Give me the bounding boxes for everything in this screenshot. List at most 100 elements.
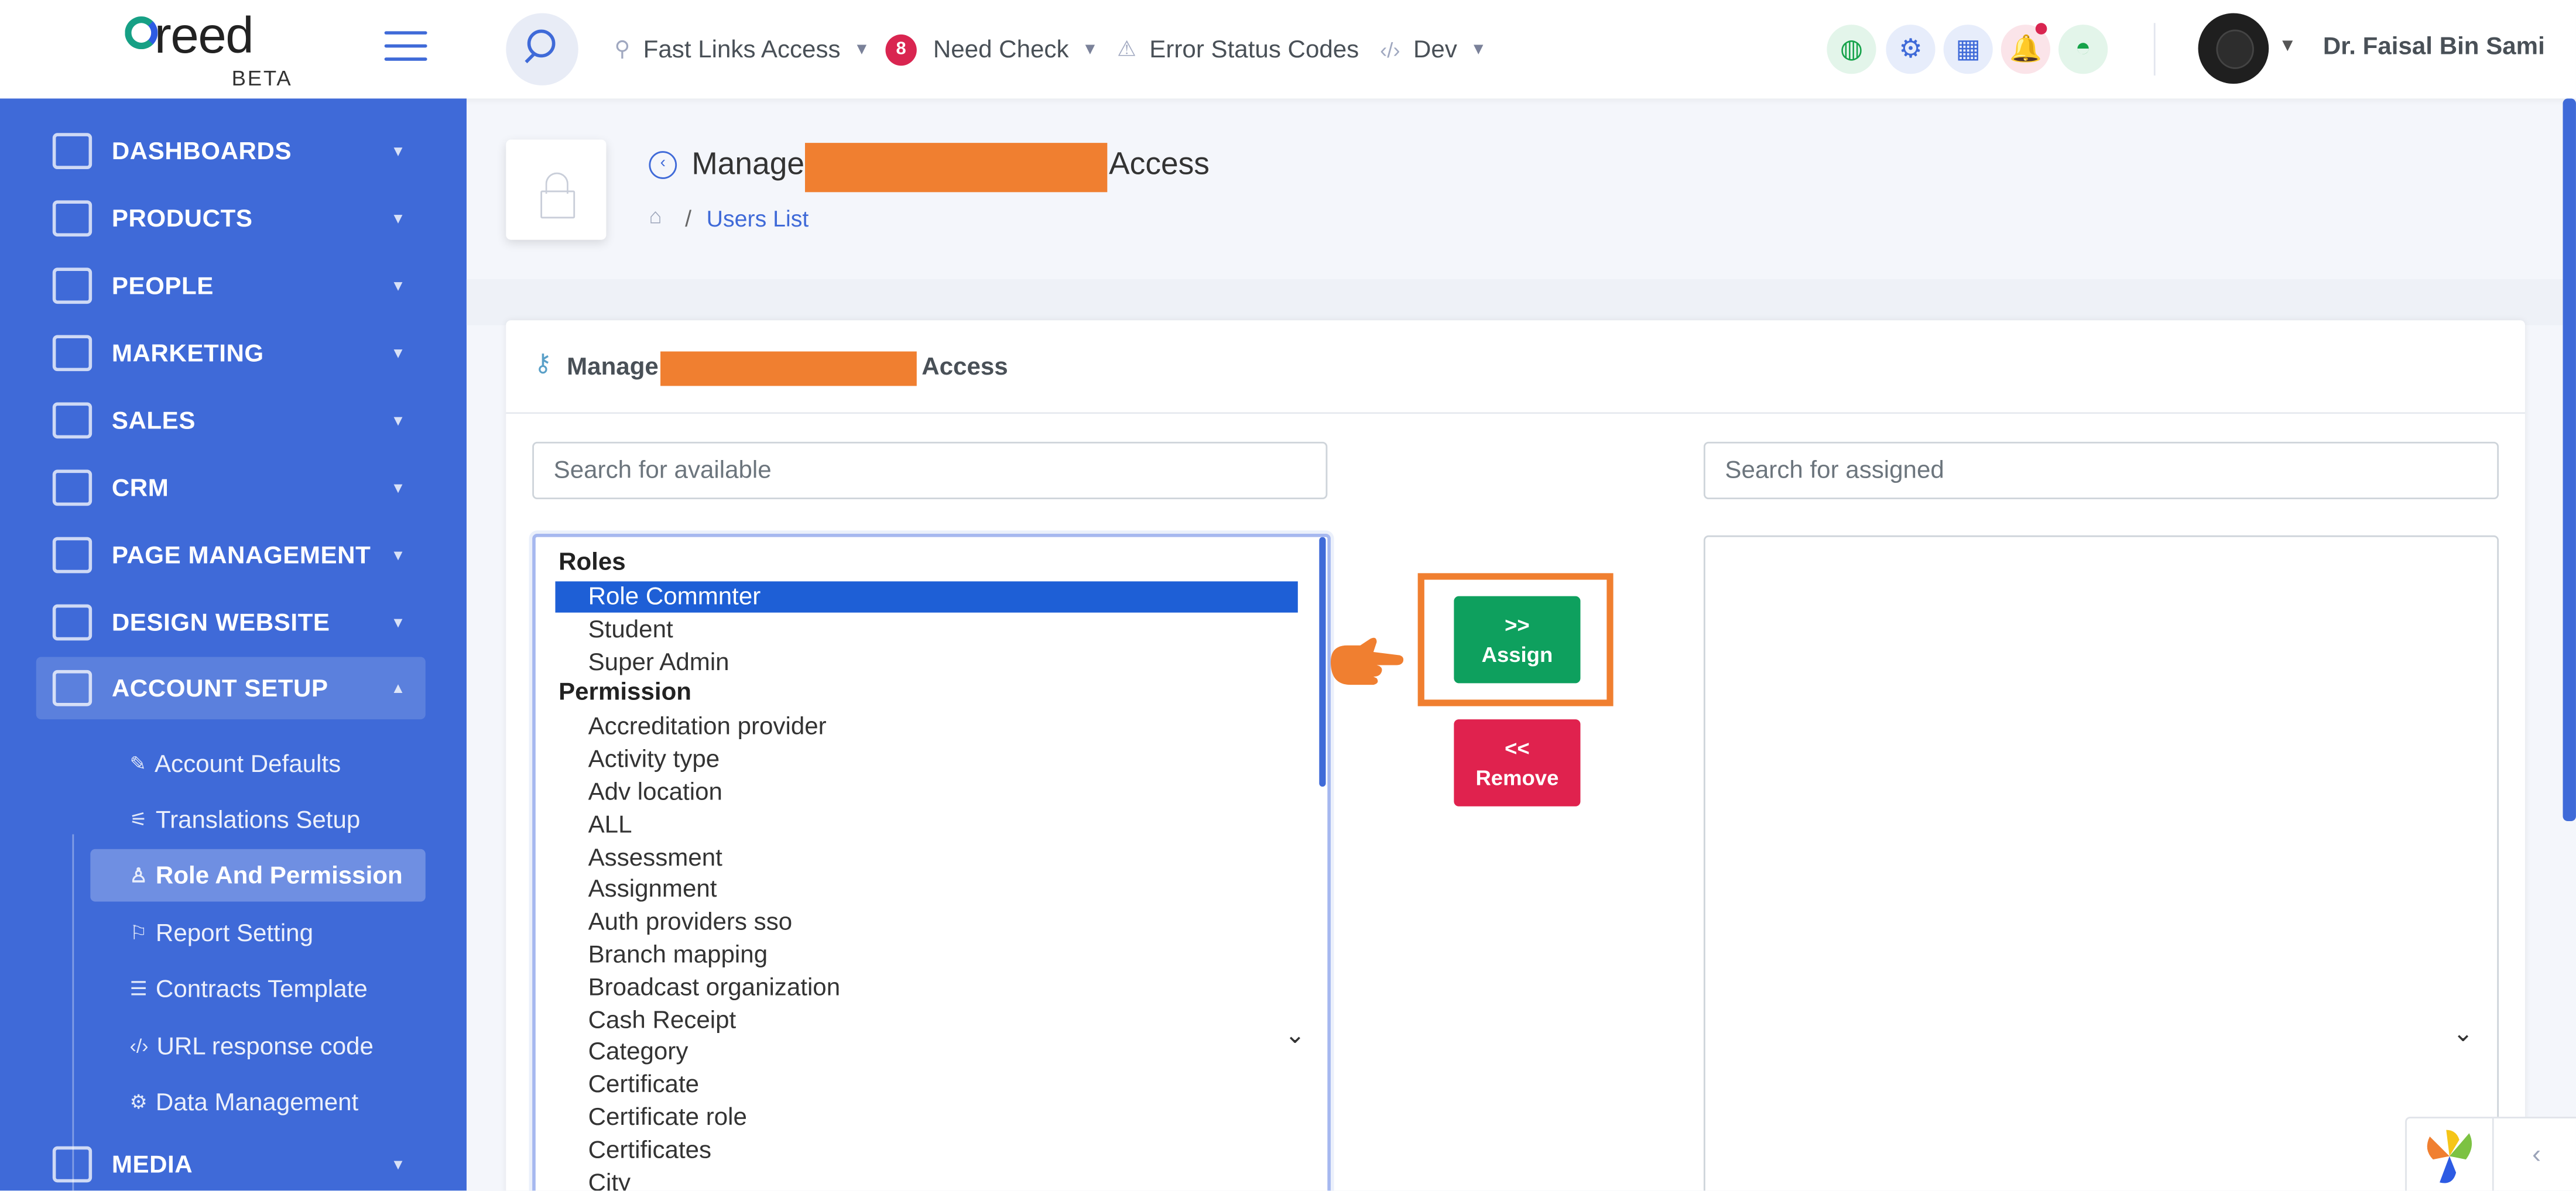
submenu-translations-setup[interactable]: ⚟ Translations Setup: [90, 793, 425, 846]
listbox-option[interactable]: Auth providers sso: [555, 907, 1297, 938]
submenu-data-management[interactable]: ⚙ Data Management: [90, 1076, 425, 1128]
sidebar-item-design-website[interactable]: DESIGN WEBSITE ▼: [36, 591, 426, 654]
listbox-scrollbar[interactable]: [1319, 537, 1326, 787]
sidebar-item-label: DASHBOARDS: [111, 137, 292, 166]
listbox-option[interactable]: City: [555, 1167, 1297, 1191]
listbox-option[interactable]: Certificates: [555, 1134, 1297, 1165]
sidebar-item-account-setup[interactable]: ACCOUNT SETUP ▲: [36, 657, 426, 720]
nav-fast-links[interactable]: ⚲ Fast Links Access ▼: [614, 30, 869, 69]
monitor-icon: [52, 469, 93, 506]
chevron-down-icon: ▼: [853, 40, 870, 59]
bar-chart-icon: [52, 133, 93, 170]
sidebar-item-label: PRODUCTS: [111, 204, 253, 233]
listbox-option[interactable]: Branch mapping: [555, 939, 1297, 970]
listbox-option[interactable]: Certificate: [555, 1069, 1297, 1100]
bell-icon[interactable]: 🔔: [2000, 23, 2051, 74]
submenu-label: Role And Permission: [155, 861, 403, 890]
listbox-option[interactable]: Assignment: [555, 874, 1297, 905]
page-scrollbar[interactable]: [2563, 98, 2576, 822]
collapse-arrow-icon[interactable]: ‹: [2492, 1118, 2576, 1191]
gear-icon[interactable]: ⚙: [1886, 25, 1936, 74]
manage-access-card: ⚷ Manage Access ⌄ Roles Role CommnterStud…: [506, 320, 2525, 1191]
chevron-down-icon: ▼: [390, 614, 406, 631]
chevron-down-icon: ▼: [390, 210, 406, 227]
key-icon: ⚷: [533, 349, 552, 378]
listbox-option[interactable]: Cash Receipt: [555, 1004, 1297, 1035]
submenu-label: Report Setting: [155, 919, 314, 947]
sidebar-item-page-management[interactable]: PAGE MANAGEMENT ▼: [36, 524, 426, 586]
chevron-down-icon: ▼: [390, 277, 406, 294]
pointing-hand-icon: [1330, 637, 1404, 685]
listbox-option[interactable]: Category: [555, 1037, 1297, 1068]
listbox-option[interactable]: ALL: [555, 809, 1297, 840]
listbox-option[interactable]: Assessment: [555, 842, 1297, 873]
nav-need-check[interactable]: 8 Need Check ▼: [885, 30, 1098, 69]
chevron-down-icon: ▼: [1081, 40, 1098, 59]
chevron-up-icon: ▲: [390, 679, 406, 696]
sidebar-item-label: ACCOUNT SETUP: [111, 674, 328, 702]
listbox-option[interactable]: Role Commnter: [555, 581, 1298, 613]
redacted-block: [804, 143, 1108, 193]
sidebar-item-crm[interactable]: CRM ▼: [36, 457, 426, 519]
chevron-down-icon: ▼: [390, 547, 406, 564]
submenu-account-defaults[interactable]: ✎ Account Defaults: [90, 737, 425, 790]
chevron-down-icon[interactable]: ⌄: [2453, 1018, 2474, 1048]
assigned-listbox[interactable]: ⌄: [1703, 535, 2499, 1191]
globe-icon[interactable]: ◍: [1827, 25, 1876, 74]
sidebar-item-sales[interactable]: SALES ▼: [36, 389, 426, 452]
sidebar-item-people[interactable]: PEOPLE ▼: [36, 255, 426, 317]
nav-error-status-codes[interactable]: ⚠ Error Status Codes: [1117, 30, 1359, 69]
logo-ring-icon: [125, 16, 158, 50]
assign-label: Assign: [1481, 641, 1553, 666]
remove-button[interactable]: << Remove: [1454, 719, 1581, 806]
nav-dev[interactable]: ‹/› Dev ▼: [1380, 30, 1486, 69]
redacted-block: [660, 351, 917, 386]
back-arrow-icon[interactable]: ‹: [649, 151, 677, 179]
search-assigned-input[interactable]: [1703, 441, 2499, 500]
listbox-option[interactable]: Adv location: [555, 777, 1297, 808]
available-listbox[interactable]: ⌄ Roles Role Commnter Student Super Admin Pe…: [532, 533, 1331, 1191]
chevron-down-icon[interactable]: ▼: [2279, 36, 2297, 56]
sidebar-item-products[interactable]: PRODUCTS ▼: [36, 187, 426, 250]
breadcrumb-separator: /: [685, 205, 692, 232]
avatar[interactable]: [2198, 13, 2269, 84]
nav-need-check-label: Need Check: [933, 35, 1069, 64]
submenu-role-and-permission[interactable]: ♙ Role And Permission: [90, 849, 426, 902]
submenu-report-setting[interactable]: ⚐ Report Setting: [90, 907, 425, 959]
home-icon[interactable]: ⌂: [649, 204, 662, 228]
logo-beta: BETA: [231, 66, 293, 91]
remove-arrows: <<: [1505, 734, 1530, 760]
sidebar-item-label: CRM: [111, 473, 169, 502]
listbox-option[interactable]: Student: [555, 614, 1297, 645]
image-icon[interactable]: ◓: [2058, 25, 2108, 74]
breadcrumb-users-list[interactable]: Users List: [707, 205, 809, 232]
user-name: Dr. Faisal Bin Sami: [2322, 33, 2545, 61]
submenu-contracts-template[interactable]: ☰ Contracts Template: [90, 962, 425, 1015]
listbox-option[interactable]: Broadcast organization: [555, 972, 1297, 1003]
listbox-option[interactable]: Accreditation provider: [555, 712, 1297, 743]
sidebar-item-marketing[interactable]: MARKETING ▼: [36, 322, 426, 385]
chevron-down-icon: ▼: [390, 479, 406, 496]
chart-icon: ⚟: [129, 808, 148, 831]
listbox-option[interactable]: Super Admin: [555, 646, 1297, 677]
widget-logo-icon: [2427, 1130, 2472, 1183]
content-band: [466, 279, 2576, 325]
listbox-option[interactable]: Certificate role: [555, 1102, 1297, 1133]
sidebar-item-label: MEDIA: [111, 1150, 193, 1179]
chat-widget[interactable]: ‹: [2405, 1117, 2576, 1191]
listbox-option[interactable]: Activity type: [555, 744, 1297, 775]
sidebar-item-media[interactable]: MEDIA ▼: [36, 1133, 426, 1190]
assign-button[interactable]: >> Assign: [1454, 596, 1581, 684]
grid-icon[interactable]: ▦: [1943, 25, 1993, 74]
sidebar: DASHBOARDS ▼ PRODUCTS ▼ PEOPLE ▼ MARKETING ▼…: [0, 98, 467, 1191]
app-root: reed BETA ⚲ Fast Links Access ▼ 8 Need C…: [0, 0, 2576, 1191]
chevron-down-icon: ▼: [1470, 40, 1487, 59]
card-title: Manage: [567, 353, 659, 382]
logo[interactable]: reed BETA: [125, 6, 306, 92]
submenu-url-response-code[interactable]: ‹/› URL response code: [90, 1020, 425, 1073]
remove-label: Remove: [1475, 764, 1559, 790]
search-button[interactable]: [506, 13, 578, 85]
hamburger-menu-icon[interactable]: [384, 31, 427, 64]
sidebar-item-dashboards[interactable]: DASHBOARDS ▼: [36, 120, 426, 183]
search-available-input[interactable]: [532, 441, 1328, 500]
